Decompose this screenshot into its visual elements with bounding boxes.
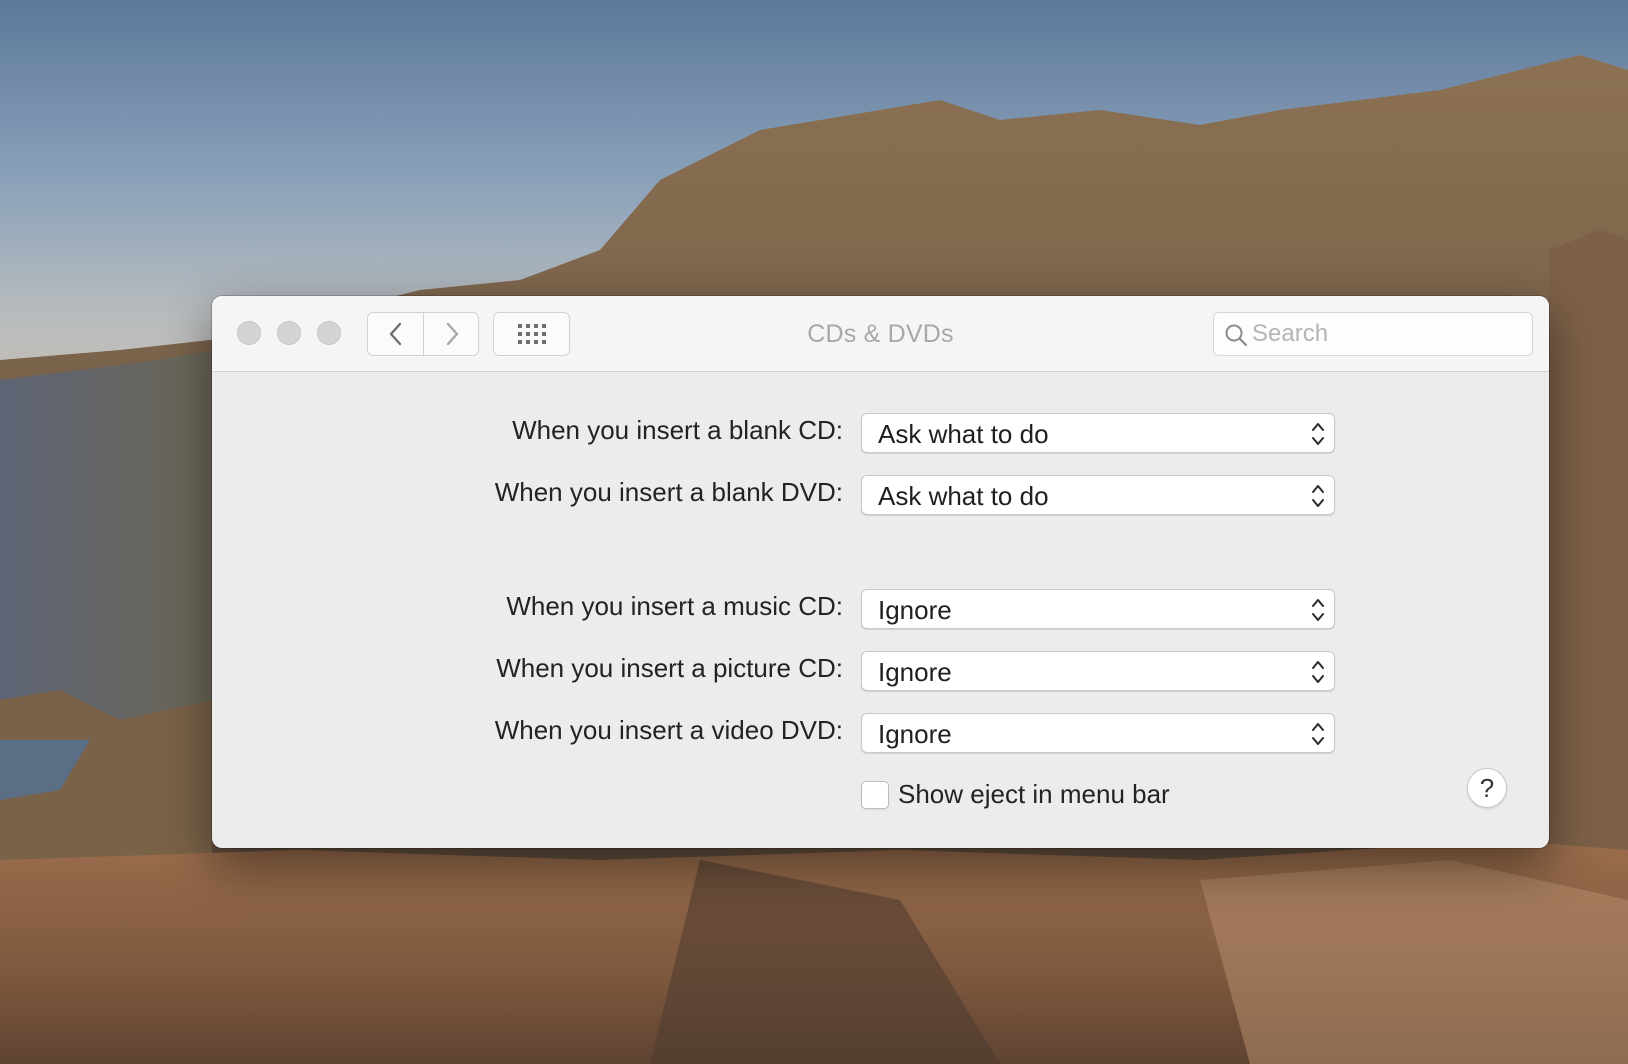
search-input[interactable] xyxy=(1252,319,1522,349)
video-dvd-value: Ignore xyxy=(878,719,952,749)
music-cd-popup[interactable]: Ignore xyxy=(861,589,1335,629)
search-icon xyxy=(1225,324,1248,347)
picture-cd-label: When you insert a picture CD: xyxy=(496,653,843,683)
video-dvd-label: When you insert a video DVD: xyxy=(494,715,843,745)
search-field[interactable] xyxy=(1213,312,1533,356)
up-down-arrows-icon xyxy=(1312,423,1324,445)
title-bar: CDs & DVDs xyxy=(212,296,1549,372)
preferences-window: CDs & DVDs When you insert a blank CD: A… xyxy=(212,296,1549,848)
blank-cd-value: Ask what to do xyxy=(878,419,1049,449)
show-eject-checkbox[interactable] xyxy=(861,781,889,809)
music-cd-value: Ignore xyxy=(878,595,952,625)
help-button[interactable]: ? xyxy=(1467,768,1507,808)
video-dvd-popup[interactable]: Ignore xyxy=(861,713,1335,753)
picture-cd-popup[interactable]: Ignore xyxy=(861,651,1335,691)
show-eject-label[interactable]: Show eject in menu bar xyxy=(898,779,1170,810)
blank-dvd-label: When you insert a blank DVD: xyxy=(494,477,843,507)
blank-dvd-popup[interactable]: Ask what to do xyxy=(861,475,1335,515)
blank-cd-popup[interactable]: Ask what to do xyxy=(861,413,1335,453)
music-cd-label: When you insert a music CD: xyxy=(506,591,843,621)
up-down-arrows-icon xyxy=(1312,599,1324,621)
up-down-arrows-icon xyxy=(1312,661,1324,683)
up-down-arrows-icon xyxy=(1312,723,1324,745)
picture-cd-value: Ignore xyxy=(878,657,952,687)
blank-cd-label: When you insert a blank CD: xyxy=(512,415,843,445)
up-down-arrows-icon xyxy=(1312,485,1324,507)
blank-dvd-value: Ask what to do xyxy=(878,481,1049,511)
